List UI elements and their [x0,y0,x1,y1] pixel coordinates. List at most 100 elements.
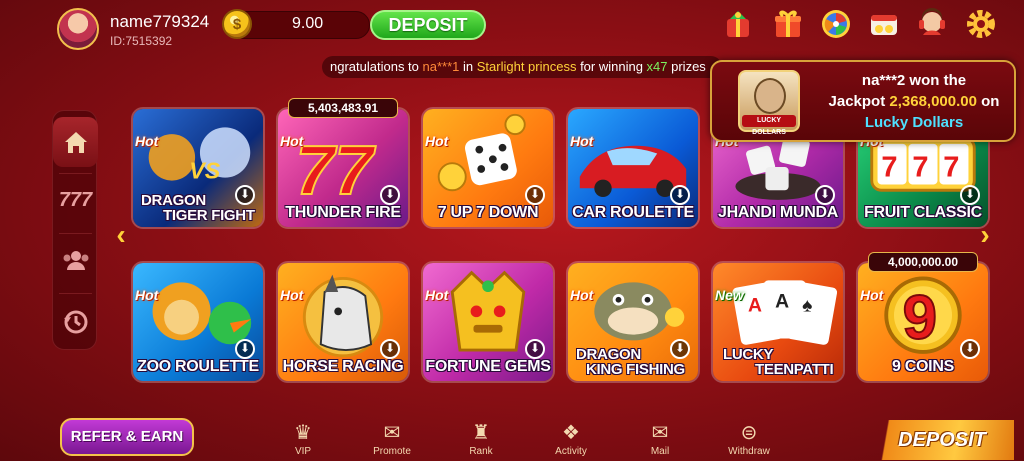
download-icon[interactable]: ⬇ [525,185,545,205]
username: name779324 [110,12,210,31]
nav-label: Promote [373,446,411,457]
hot-badge: Hot [135,287,159,303]
download-icon[interactable]: ⬇ [380,339,400,359]
sidebar-item-home[interactable] [53,117,98,167]
history-icon [63,310,87,334]
bottom-nav: REFER & EARN ♛ VIP ✉ Promote ♜ Rank ❖ Ac… [0,418,1024,461]
nav-label: Rank [469,446,493,457]
thumbnail-label: LUCKY DOLLARS [742,115,796,136]
marquee-prefix: ngratulations to [330,59,423,74]
lucky-dollars-thumbnail: LUCKY DOLLARS [738,70,800,136]
svg-text:7: 7 [912,152,928,184]
game-tile-car-roulette[interactable]: Hot ⬇ CAR ROULETTE [566,107,700,229]
game-title: ZOO ROULETTE [137,358,259,375]
marquee-user: na***1 [422,59,460,74]
hot-badge: Hot [280,287,304,303]
svg-text:♠: ♠ [802,294,812,316]
game-title: DRAGON TIGER FIGHT [141,192,255,224]
game-title: HORSE RACING [282,358,404,375]
coin-icon: $ [222,9,252,39]
sidebar-item-history[interactable] [53,297,98,347]
support-agent-icon[interactable] [914,6,950,42]
svg-text:7: 7 [943,152,959,184]
top-bar: name779324 ID:7515392 $ 9.00 DEPOSIT [0,0,1024,54]
jackpot-amount: 2,368,000.00 [889,93,977,110]
download-icon[interactable]: ⬇ [380,185,400,205]
slots-777-icon: 777 [58,188,93,211]
nav-rank[interactable]: ♜ Rank [446,422,516,457]
promote-icon: ✉ [383,422,401,444]
game-tile-horse-racing[interactable]: Hot ⬇ HORSE RACING [276,261,410,383]
game-tile-9-coins[interactable]: 9 Hot ⬇ 9 COINS [856,261,990,383]
activity-gift-icon: ❖ [562,422,580,444]
hot-badge: Hot [860,287,884,303]
svg-text:VS: VS [189,158,220,184]
scroll-left-arrow[interactable]: ‹ [110,220,132,250]
game-tile-dragon-tiger-fight[interactable]: VS Hot ⬇ DRAGON TIGER FIGHT [131,107,265,229]
nav-mail[interactable]: ✉ Mail [625,422,695,457]
hot-badge: Hot [570,287,594,303]
rank-trophy-icon: ♜ [472,422,490,444]
nav-vip[interactable]: ♛ VIP [268,422,338,457]
gift-bag-icon[interactable] [720,6,756,42]
bonus-icon[interactable] [866,6,902,42]
game-tile-7-up-7-down[interactable]: Hot ⬇ 7 UP 7 DOWN [421,107,555,229]
game-title: DRAGON KING FISHING [576,346,685,378]
svg-text:A: A [748,294,762,316]
settings-gear-icon[interactable] [963,6,999,42]
download-icon[interactable]: ⬇ [815,185,835,205]
balance-value: 9.00 [292,15,324,32]
game-tile-fortune-gems[interactable]: Hot ⬇ FORTUNE GEMS [421,261,555,383]
refer-earn-button[interactable]: REFER & EARN [60,418,194,456]
download-icon[interactable]: ⬇ [235,339,255,359]
marquee-mid: in [459,59,477,74]
lucky-wheel-icon[interactable] [818,6,854,42]
marquee-suffix: prizes [667,59,706,74]
hot-badge: Hot [425,133,449,149]
download-icon[interactable]: ⬇ [670,185,690,205]
sidebar-item-slots[interactable]: 777 [53,175,98,225]
game-title: THUNDER FIRE [285,204,401,221]
nav-promote[interactable]: ✉ Promote [357,422,427,457]
download-icon[interactable]: ⬇ [525,339,545,359]
svg-text:9: 9 [903,283,937,352]
nav-label: VIP [294,446,312,457]
mail-icon: ✉ [651,422,669,444]
user-id: ID:7515392 [110,34,173,48]
game-tile-thunder-fire[interactable]: 77 Hot ⬇ THUNDER FIRE [276,107,410,229]
svg-text:7: 7 [881,152,897,184]
download-icon[interactable]: ⬇ [960,339,980,359]
jackpot-amount-line: Jackpot 2,368,000.00 on [828,93,1000,110]
jackpot-badge: 5,403,483.91 [288,98,398,118]
download-icon[interactable]: ⬇ [960,185,980,205]
game-tile-zoo-roulette[interactable]: Hot ⬇ ZOO ROULETTE [131,261,265,383]
avatar[interactable] [57,8,99,50]
jackpot-badge: 4,000,000.00 [868,252,978,272]
home-icon [64,132,87,153]
game-title: 9 COINS [892,358,954,375]
marquee-mid2: for winning [576,59,647,74]
game-title: 7 UP 7 DOWN [437,204,539,221]
deposit-button[interactable]: DEPOSIT [370,10,486,40]
hot-badge: Hot [135,133,159,149]
game-tile-lucky-teenpatti[interactable]: A A ♠ New LUCKY TEENPATTI [711,261,845,383]
nav-label: Withdraw [728,446,770,457]
game-title: LUCKY TEENPATTI [723,346,834,378]
marquee-game: Starlight princess [476,59,577,74]
sidebar-item-multiplayer[interactable] [53,235,98,285]
gift-box-icon[interactable] [770,6,806,42]
nav-label: Mail [650,446,670,457]
game-title: FRUIT CLASSIC [864,204,982,221]
game-tile-dragon-king-fishing[interactable]: Hot ⬇ DRAGON KING FISHING [566,261,700,383]
hot-badge: Hot [280,133,304,149]
vip-crown-icon: ♛ [294,422,312,444]
nav-withdraw[interactable]: ⊜ Withdraw [714,422,784,457]
hot-badge: Hot [425,287,449,303]
jackpot-user-line: na***2 won the [861,72,967,89]
jackpot-winner-popup[interactable]: LUCKY DOLLARS na***2 won the Jackpot 2,3… [710,60,1016,142]
marquee-multiplier: x47 [646,59,668,74]
multiplayer-icon [63,251,88,270]
hot-badge: Hot [570,133,594,149]
deposit-bottom-button[interactable]: DEPOSIT [870,420,1014,460]
nav-activity[interactable]: ❖ Activity [536,422,606,457]
